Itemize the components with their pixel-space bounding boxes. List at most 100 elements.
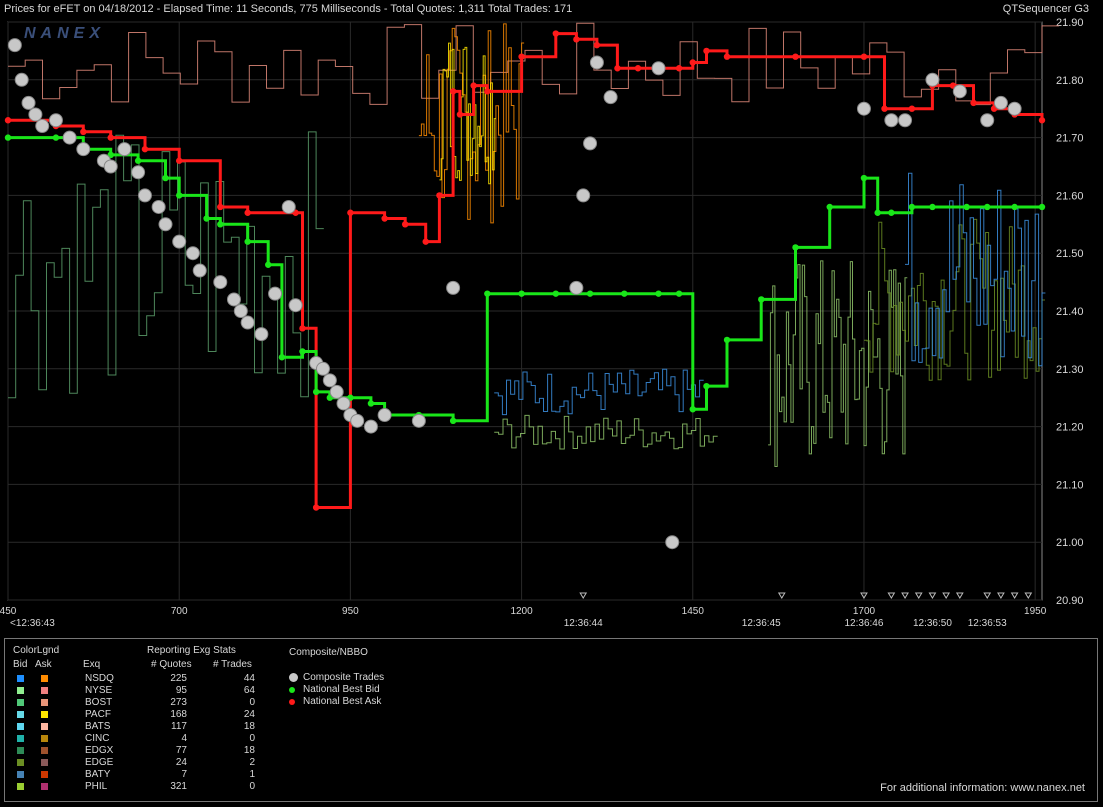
y-tick-label: 21.80 xyxy=(1056,75,1084,87)
national-best-bid-point xyxy=(908,203,916,211)
national-best-ask-point xyxy=(141,145,149,153)
national-best-bid-point xyxy=(586,290,594,297)
y-tick-label: 21.10 xyxy=(1056,479,1084,491)
national-best-ask-point xyxy=(593,41,601,49)
national-best-bid-point xyxy=(162,174,169,182)
y-tick-label: 21.60 xyxy=(1056,190,1084,202)
ask-swatch xyxy=(41,687,48,694)
legend-row-edgx: EDGX 77 18 xyxy=(5,745,305,757)
trades-header: # Trades xyxy=(213,659,252,670)
exq-header: Exq xyxy=(83,659,101,670)
national-best-bid-point xyxy=(312,388,320,396)
bid-swatch xyxy=(17,747,24,754)
national-best-bid-point xyxy=(689,406,696,413)
y-tick-label: 21.50 xyxy=(1056,248,1084,260)
trade-count: 24 xyxy=(243,709,255,720)
national-best-bid-point xyxy=(792,244,799,251)
exchange-name: BATY xyxy=(85,769,111,780)
ask-swatch xyxy=(41,675,48,682)
composite-trade-point xyxy=(62,130,77,145)
quote-count: 24 xyxy=(175,757,187,768)
trade-count: 0 xyxy=(249,733,255,744)
trade-count: 2 xyxy=(249,757,255,768)
national-best-bid-point xyxy=(888,209,895,216)
national-best-ask-point xyxy=(381,215,388,222)
national-best-bid-point xyxy=(449,417,457,425)
national-best-bid-point xyxy=(217,221,224,228)
exchange-name: NSDQ xyxy=(85,673,114,684)
legend-row-nsdq: NSDQ 225 44 xyxy=(5,673,305,685)
price-chart[interactable]: 20.90 21.00 21.10 21.20 21.30 21.40 21.50 21.60… xyxy=(0,17,1103,630)
national-best-ask-point xyxy=(299,325,306,332)
national-best-ask-point xyxy=(675,65,683,72)
composite-trade-point xyxy=(993,95,1008,110)
x-tick-label: 1950 xyxy=(1024,606,1047,617)
quote-count: 321 xyxy=(170,781,187,792)
composite-trade-point xyxy=(1007,101,1022,116)
national-best-ask-point xyxy=(4,117,12,124)
composite-trade-point xyxy=(172,234,187,249)
national-best-ask-point xyxy=(449,88,457,95)
composite-trade-point xyxy=(48,113,63,128)
national-best-ask-point xyxy=(456,111,464,118)
exchange-name: EDGX xyxy=(85,745,114,756)
composite-trade-point xyxy=(952,84,967,99)
national-best-bid-point xyxy=(278,354,286,361)
national-best-ask-point xyxy=(422,238,429,245)
composite-trade-point xyxy=(28,107,43,122)
national-best-ask-point xyxy=(573,36,580,43)
national-best-ask-point xyxy=(107,134,114,141)
bid-swatch xyxy=(17,687,24,694)
national-best-ask-point xyxy=(217,203,224,211)
composite-trade-point xyxy=(446,280,461,295)
national-best-ask-point xyxy=(860,53,868,60)
national-best-bid-point xyxy=(265,261,272,268)
national-best-ask-point xyxy=(703,47,710,55)
national-best-ask-point xyxy=(634,65,642,72)
national-best-ask-point xyxy=(908,105,916,112)
quote-count: 117 xyxy=(171,721,187,732)
stats-title: Reporting Exg Stats xyxy=(147,645,236,656)
national-best-ask-point xyxy=(1038,117,1046,124)
x-tick-label: 1200 xyxy=(510,606,533,617)
composite-trade-point xyxy=(329,384,344,399)
y-tick-label: 21.70 xyxy=(1056,133,1084,145)
composite-trade-point xyxy=(651,61,666,76)
national-best-ask-point xyxy=(484,88,491,95)
composite-trade-point xyxy=(315,361,330,376)
x-tick-label: 1450 xyxy=(682,606,705,617)
legend-row-bost: BOST 273 0 xyxy=(5,697,305,709)
national-best-bid-point xyxy=(244,238,251,245)
composite-trade-point xyxy=(350,413,365,428)
time-label: 12:36:44 xyxy=(564,618,603,629)
y-tick-label: 21.90 xyxy=(1056,18,1084,29)
composite-label: National Best Ask xyxy=(303,696,382,707)
watermark-logo: NANEX xyxy=(24,25,105,42)
composite-trade-point xyxy=(603,90,618,105)
legend-row-cinc: CINC 4 0 xyxy=(5,733,305,745)
legend-row-nyse: NYSE 95 64 xyxy=(5,685,305,697)
y-tick-label: 21.30 xyxy=(1056,364,1084,376)
national-best-ask-point xyxy=(881,105,888,112)
x-tick-label: 1700 xyxy=(853,606,876,617)
bid-swatch xyxy=(17,759,24,766)
ask-swatch xyxy=(41,759,48,766)
chart-title: Prices for eFET on 04/18/2012 - Elapsed … xyxy=(4,3,573,15)
composite-trade-point xyxy=(363,419,378,434)
national-best-ask-point xyxy=(244,209,251,216)
ask-swatch xyxy=(41,783,48,790)
bid-swatch xyxy=(17,699,24,706)
footer-info: For additional information: www.nanex.ne… xyxy=(880,782,1085,794)
x-tick-label: 450 xyxy=(0,606,17,617)
legend-panel: ColorLgnd Bid Ask Exq Reporting Exg Stat… xyxy=(4,638,1098,802)
time-label: 12:36:46 xyxy=(844,618,883,629)
composite-marker xyxy=(289,699,295,705)
trade-count: 64 xyxy=(243,685,255,696)
composite-trade-point xyxy=(884,113,899,128)
exchange-name: CINC xyxy=(85,733,110,744)
exchange-name: EDGE xyxy=(85,757,114,768)
exchange-name: BATS xyxy=(85,721,111,732)
national-best-bid-point xyxy=(4,134,12,141)
composite-trade-point xyxy=(137,188,152,203)
composite-trade-point xyxy=(576,188,591,203)
